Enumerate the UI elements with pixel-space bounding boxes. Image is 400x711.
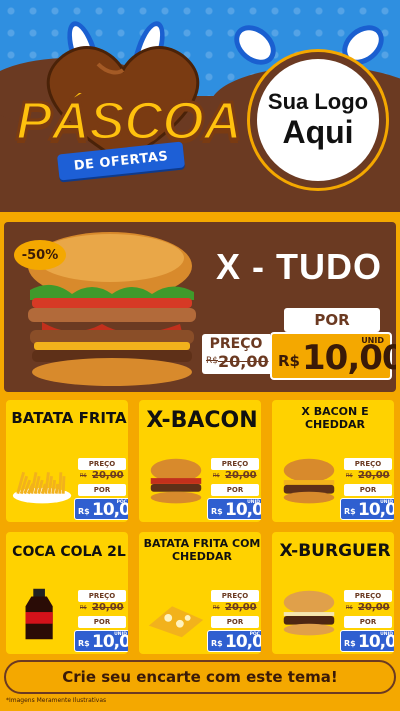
product-image [148,606,204,638]
currency: R$ [211,507,223,516]
por-label: POR [211,616,259,628]
currency: R$ [211,639,223,648]
preco-label: PREÇO [209,336,263,352]
product-card[interactable]: BATATA FRITA PREÇO R$ 20,00 POR R$10,00POC [4,398,130,524]
old-price: 20,00 [358,602,390,613]
disclaimer: *Imagens Meramente Ilustrativas [6,697,107,704]
unit-label: UNID [247,500,260,505]
price-box: R$10,00POC [74,498,128,520]
price-box: R$10,00UNID [340,498,394,520]
price-box: R$10,00UNID [207,498,261,520]
product-card[interactable]: BATATA FRITA COM CHEDDAR PREÇO R$ 20,00 POR R… [137,530,263,656]
price-box: R$10,00UNID [74,630,128,652]
logo-text-line1: Sua Logo [267,89,369,115]
product-image [150,458,202,504]
product-name: COCA COLA 2L [12,544,126,560]
old-price-box: R$ 20,00 [78,470,126,484]
preco-label: PREÇO [78,590,126,602]
featured-product-name: X - TUDO [216,246,382,287]
logo-text-line2: Aqui [282,113,354,150]
unit-label: UNID [380,500,393,505]
old-currency: R$ [213,605,220,611]
price-box: R$ 10,00 UNID [270,332,396,380]
price-block: PREÇO R$ 20,00 POR R$10,00POC [207,590,261,652]
unit-label: UNID [361,336,384,345]
currency: R$ [78,507,90,516]
product-image [25,588,53,640]
old-price-box: R$ 20,00 [344,470,392,484]
discount-badge: -50% [14,240,66,270]
old-currency: R$ [80,473,87,479]
old-currency: R$ [213,473,220,479]
price-block: PREÇO R$ 20,00 POR R$10,00UNID [74,590,128,652]
por-label: POR [78,484,126,496]
divider [0,212,400,222]
price-block: PREÇO R$ 20,00 POR R$10,00UNID [340,590,394,652]
header-banner: PÁSCOA DE OFERTAS Sua Logo Aqui [0,0,400,222]
preco-label: PREÇO [344,458,392,470]
old-price-box: R$ 20,00 [211,602,259,616]
product-image [12,471,72,504]
currency: R$ [344,507,356,516]
old-price: 20,00 [92,602,124,613]
currency: R$ [278,352,300,370]
unit-label: UNID [380,632,393,637]
old-price-box: R$ 20,00 [211,470,259,484]
old-price: 20,00 [92,470,124,481]
old-currency: R$ [346,473,353,479]
old-price: 20,00 [225,602,257,613]
old-price-box: PREÇO R$ 20,00 [202,334,270,374]
price-block: PREÇO R$ 20,00 POR R$10,00POC [74,458,128,520]
preco-label: PREÇO [211,590,259,602]
old-currency: R$ [206,356,218,366]
product-card[interactable]: X BACON E CHEDDAR PREÇO R$ 20,00 POR R$10,00U… [270,398,396,524]
currency: R$ [344,639,356,648]
product-image [283,590,335,636]
currency: R$ [78,639,90,648]
por-label: POR [211,484,259,496]
product-name: X BACON E CHEDDAR [301,405,369,431]
unit-label: POC [249,632,260,637]
old-price: 20,00 [358,470,390,481]
por-label: POR [284,308,380,332]
product-card[interactable]: X-BURGUER PREÇO R$ 20,00 POR R$10,00UNID [270,530,396,656]
product-name: X-BURGUER [279,541,391,561]
product-name: X-BACON [146,408,258,433]
old-price: 20,00 [225,470,257,481]
cta-banner[interactable]: Crie seu encarte com este tema! [4,660,396,694]
old-price-box: R$ 20,00 [344,602,392,616]
por-label: POR [344,616,392,628]
preco-label: PREÇO [211,458,259,470]
old-price-box: R$ 20,00 [78,602,126,616]
product-name: BATATA FRITA [11,409,127,427]
product-name: BATATA FRITA COM CHEDDAR [143,537,261,563]
por-label: POR [78,616,126,628]
logo-placeholder[interactable]: Sua Logo Aqui [250,52,386,188]
price-block: PREÇO R$ 20,00 POR R$10,00UNID [340,458,394,520]
price-block: PREÇO R$ 20,00 POR R$10,00UNID [207,458,261,520]
unit-label: POC [116,500,127,505]
product-image [283,458,335,504]
old-currency: R$ [80,605,87,611]
old-price: 20,00 [218,352,269,371]
price-box: R$10,00POC [207,630,261,652]
featured-product[interactable]: -50% X - TUDO POR PREÇO R$ 20,00 R$ 10,0… [4,222,396,392]
product-card[interactable]: X-BACON PREÇO R$ 20,00 POR R$10,00UNID [137,398,263,524]
preco-label: PREÇO [78,458,126,470]
product-card[interactable]: COCA COLA 2L PREÇO R$ 20,00 POR R$10,00UNID [4,530,130,656]
unit-label: UNID [114,632,127,637]
por-label: POR [344,484,392,496]
easter-title: PÁSCOA [15,90,244,153]
preco-label: PREÇO [344,590,392,602]
old-currency: R$ [346,605,353,611]
price-box: R$10,00UNID [340,630,394,652]
